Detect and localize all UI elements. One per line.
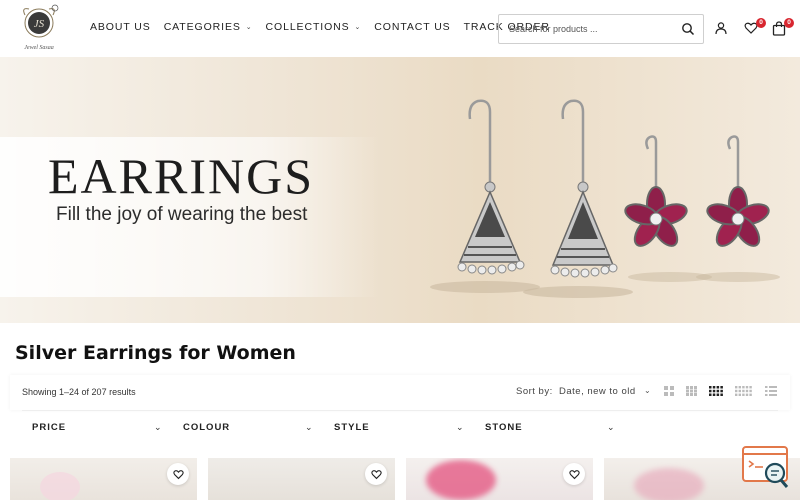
heart-icon — [370, 469, 382, 479]
list-view-icon[interactable] — [765, 386, 777, 396]
filter-colour[interactable]: COLOUR ⌄ — [183, 422, 313, 433]
product-image — [634, 468, 704, 500]
search-box — [498, 14, 704, 44]
chevron-down-icon: ⌄ — [154, 422, 163, 432]
logo-text: Jewel Sasaa — [24, 45, 54, 51]
chevron-down-icon: ⌄ — [354, 24, 362, 31]
grid-4-icon[interactable] — [709, 386, 723, 396]
chevron-down-icon: ⌄ — [607, 422, 616, 432]
add-to-wishlist-button[interactable] — [563, 463, 585, 485]
filter-bar: PRICE ⌄ COLOUR ⌄ STYLE ⌄ STONE ⌄ — [22, 410, 778, 442]
banner-title: EARRINGS — [48, 148, 315, 204]
filter-price[interactable]: PRICE ⌄ — [32, 422, 162, 433]
shop-toolbar: Showing 1–24 of 207 results Sort by: Dat… — [10, 375, 790, 410]
sort-label: Sort by: — [516, 386, 553, 397]
user-icon[interactable] — [714, 21, 730, 37]
chevron-down-icon: ⌄ — [305, 422, 314, 432]
heart-icon — [172, 469, 184, 479]
wishlist-button[interactable]: 0 — [744, 18, 766, 37]
product-card[interactable] — [406, 458, 593, 500]
sort-select[interactable]: Date, new to old — [559, 386, 636, 397]
filter-style[interactable]: STYLE ⌄ — [334, 422, 464, 433]
grid-2-icon[interactable] — [664, 386, 674, 396]
chevron-down-icon: ⌄ — [456, 422, 465, 432]
wishlist-count-badge: 0 — [756, 18, 766, 28]
product-grid — [10, 458, 800, 500]
product-image — [40, 472, 80, 500]
banner-subtitle: Fill the joy of wearing the best — [56, 204, 308, 225]
nav-categories[interactable]: CATEGORIES ⌄ — [164, 21, 253, 33]
product-image — [426, 460, 496, 500]
nav-collections[interactable]: COLLECTIONS ⌄ — [266, 21, 362, 33]
add-to-wishlist-button[interactable] — [365, 463, 387, 485]
search-icon[interactable] — [681, 22, 695, 36]
nav-contact-us[interactable]: CONTACT US — [374, 21, 450, 33]
nav-about-us[interactable]: ABOUT US — [90, 21, 151, 33]
search-widget-icon[interactable] — [741, 445, 791, 493]
product-card[interactable] — [208, 458, 395, 500]
earrings-product-image — [430, 99, 780, 298]
main-nav: ABOUT US CATEGORIES ⌄ COLLECTIONS ⌄ CONTAC… — [90, 21, 563, 33]
site-header: JS Jewel Sasaa ABOUT US CATEGORIES ⌄ COLL… — [0, 0, 800, 57]
add-to-wishlist-button[interactable] — [167, 463, 189, 485]
page-title: Silver Earrings for Women — [15, 342, 296, 364]
chevron-down-icon[interactable]: ⌄ — [644, 386, 651, 395]
chevron-down-icon: ⌄ — [245, 24, 253, 31]
results-count: Showing 1–24 of 207 results — [22, 387, 136, 397]
cart-count-badge: 0 — [784, 18, 794, 28]
product-card[interactable] — [10, 458, 197, 500]
cart-button[interactable]: 0 — [772, 18, 794, 37]
logo[interactable]: JS Jewel Sasaa — [15, 3, 63, 53]
filter-stone[interactable]: STONE ⌄ — [485, 422, 615, 433]
svg-text:JS: JS — [34, 18, 45, 30]
search-input[interactable] — [499, 15, 669, 43]
heart-icon — [568, 469, 580, 479]
grid-3-icon[interactable] — [686, 386, 697, 396]
grid-5-icon[interactable] — [735, 386, 752, 396]
hero-banner[interactable]: EARRINGS Fill the joy of wearing the bes… — [0, 57, 800, 323]
